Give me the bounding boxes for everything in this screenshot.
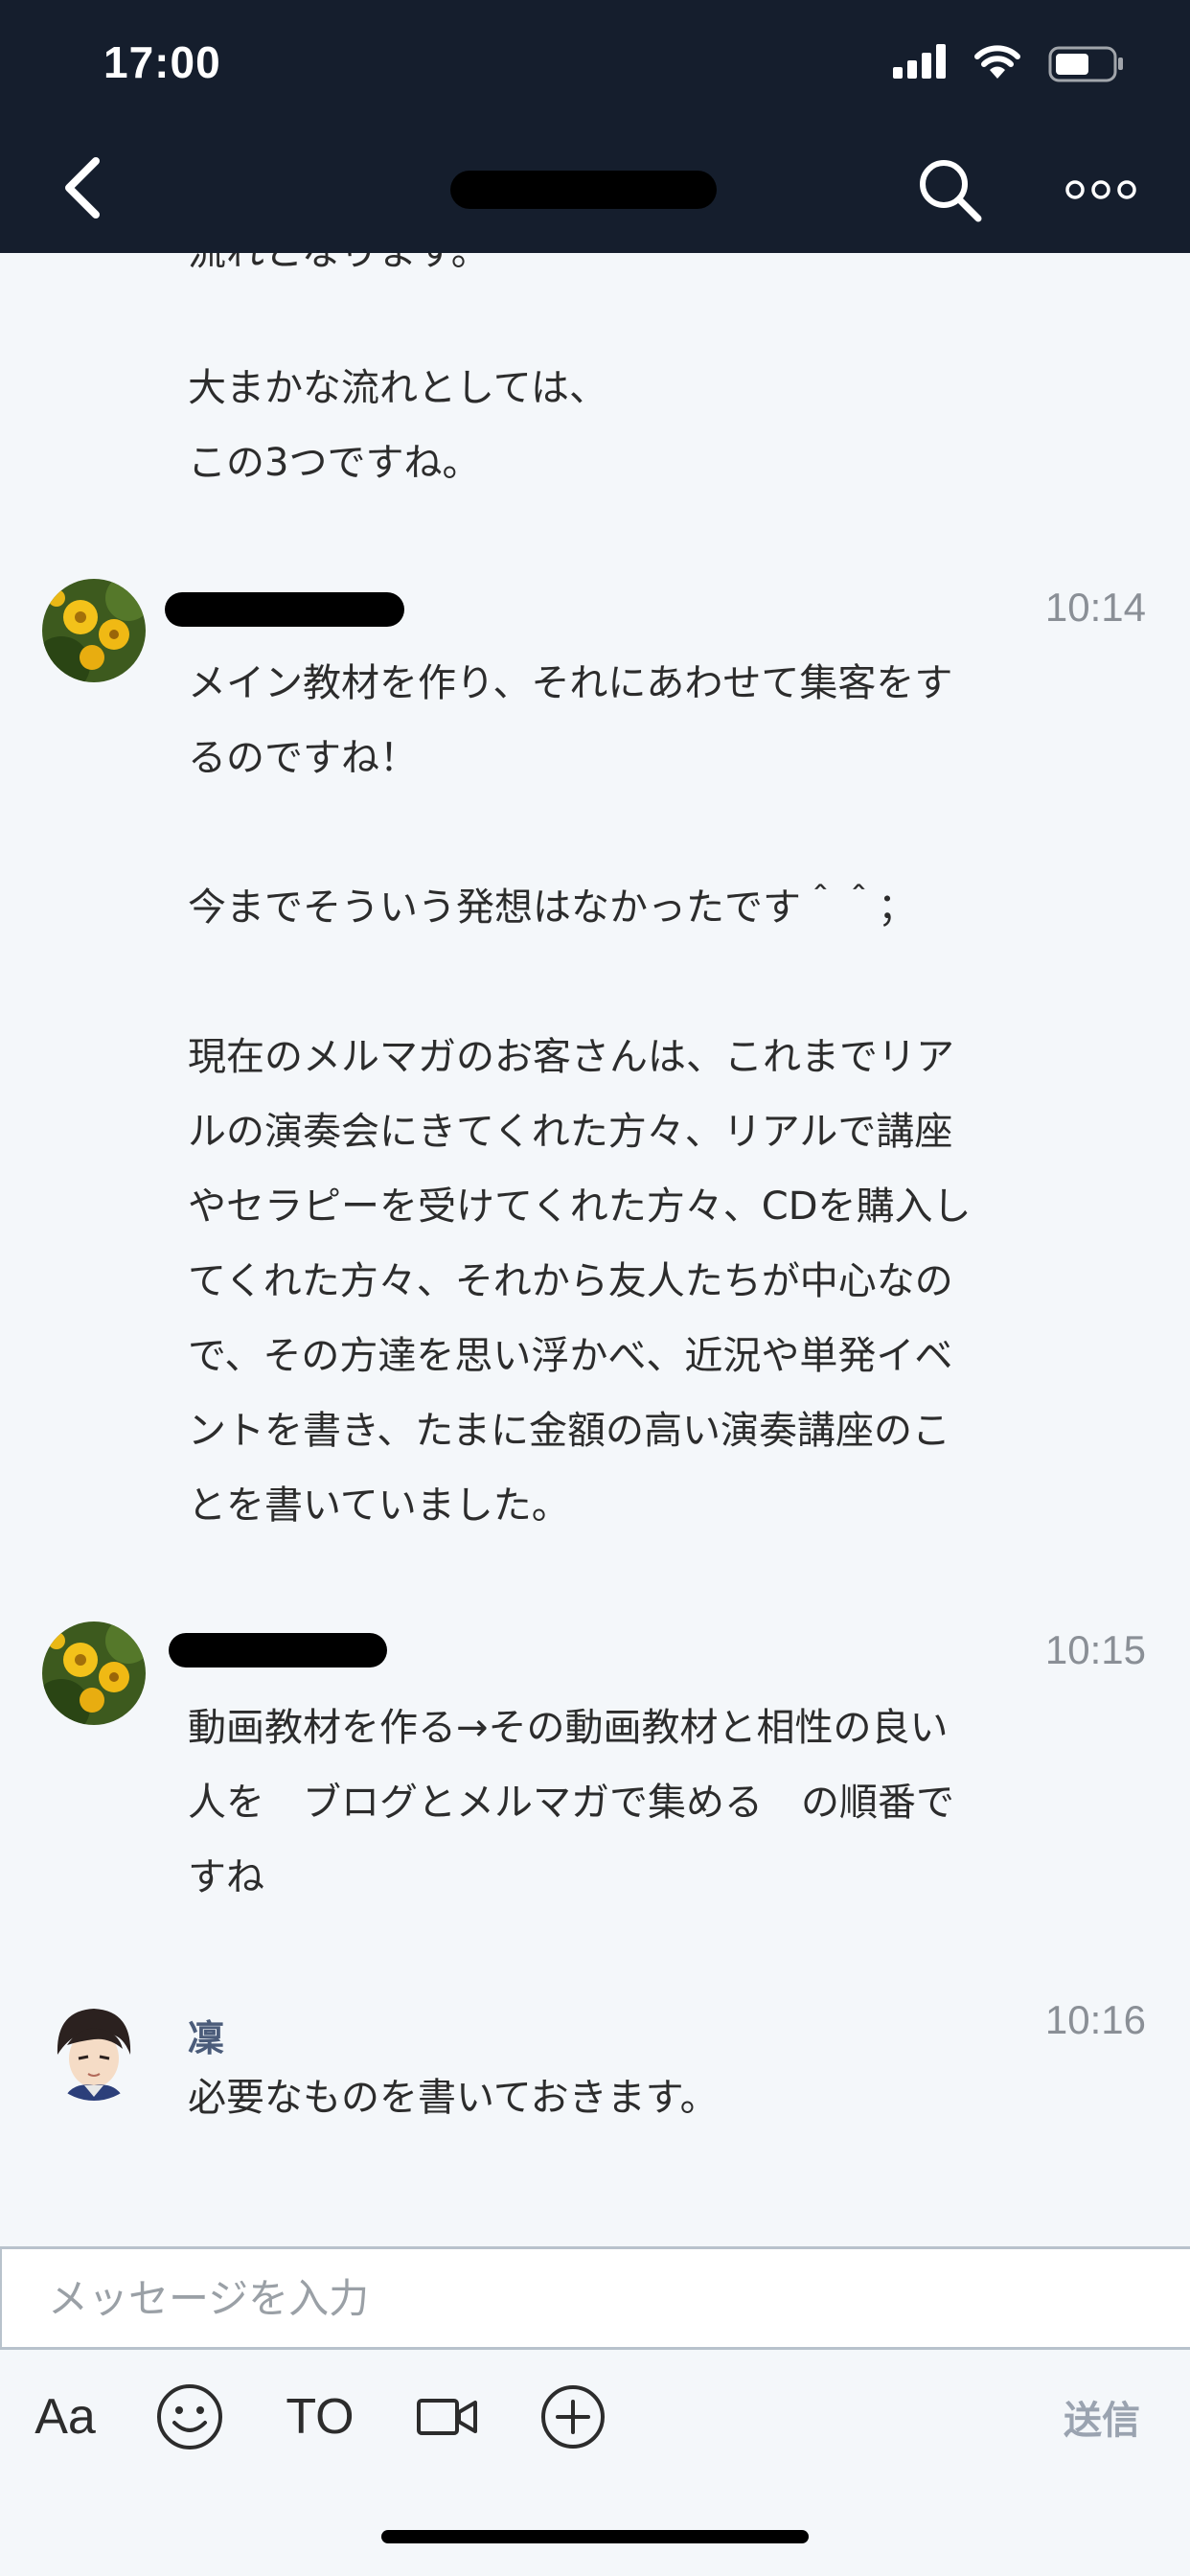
message-text: 大まかな流れとしては、 この3つですね。 [188, 366, 607, 485]
battery-icon [1048, 46, 1123, 82]
avatar[interactable] [42, 579, 146, 682]
search-button[interactable] [915, 155, 984, 224]
avatar[interactable] [42, 1997, 146, 2101]
add-attachment-button[interactable] [537, 2350, 609, 2484]
more-button[interactable] [1065, 172, 1136, 207]
message-time: 10:16 [1044, 1997, 1146, 2042]
sender-name-redacted [169, 1633, 387, 1668]
message-text: メイン教材を作り、それにあわせて集客をす るのですね！ 今までそういう発想はなか… [188, 661, 972, 1528]
message-list[interactable]: 流れとなります。 大まかな流れとしては、 この3つですね。 10:14 メイン教… [0, 253, 1190, 2246]
message-input-bar [0, 2246, 1190, 2350]
flower-avatar-image [42, 1622, 146, 1725]
send-button[interactable]: 送信 [1054, 2350, 1150, 2484]
avatar[interactable] [42, 1622, 146, 1725]
video-call-button[interactable] [414, 2350, 481, 2484]
more-icon [1065, 180, 1136, 199]
home-indicator[interactable] [381, 2530, 809, 2543]
chat-title-redacted [450, 171, 717, 209]
search-icon [920, 160, 982, 222]
smiley-icon [157, 2384, 222, 2450]
video-camera-icon [417, 2399, 477, 2435]
message-text: 動画教材を作る→その動画教材と相性の良い 人を ブログとメルマガで集める の順番… [188, 1706, 954, 1899]
compose-toolbar: Aa TO 送信 [0, 2350, 1190, 2484]
message-time: 10:14 [1044, 585, 1146, 630]
chevron-left-icon [65, 157, 100, 218]
message-input[interactable] [2, 2249, 1190, 2347]
sender-name[interactable]: 凜 [188, 2009, 224, 2061]
sender-name-redacted [165, 592, 404, 627]
text-format-button[interactable]: Aa [29, 2350, 102, 2484]
cellular-signal-icon [893, 44, 946, 79]
wifi-icon [974, 45, 1020, 79]
message-time: 10:15 [1044, 1627, 1146, 1672]
message-text: 必要なものを書いておきます。 [188, 2076, 719, 2120]
app-header: 17:00 [0, 0, 1190, 253]
flower-avatar-image [42, 579, 146, 682]
back-button[interactable] [57, 153, 115, 222]
to-mention-button[interactable]: TO [284, 2350, 356, 2484]
plus-circle-icon [541, 2385, 605, 2449]
message-text-partial: 流れとなります。 [188, 253, 1127, 289]
anime-character-avatar-image [42, 1997, 146, 2101]
emoji-button[interactable] [153, 2350, 226, 2484]
status-time: 17:00 [103, 37, 221, 87]
